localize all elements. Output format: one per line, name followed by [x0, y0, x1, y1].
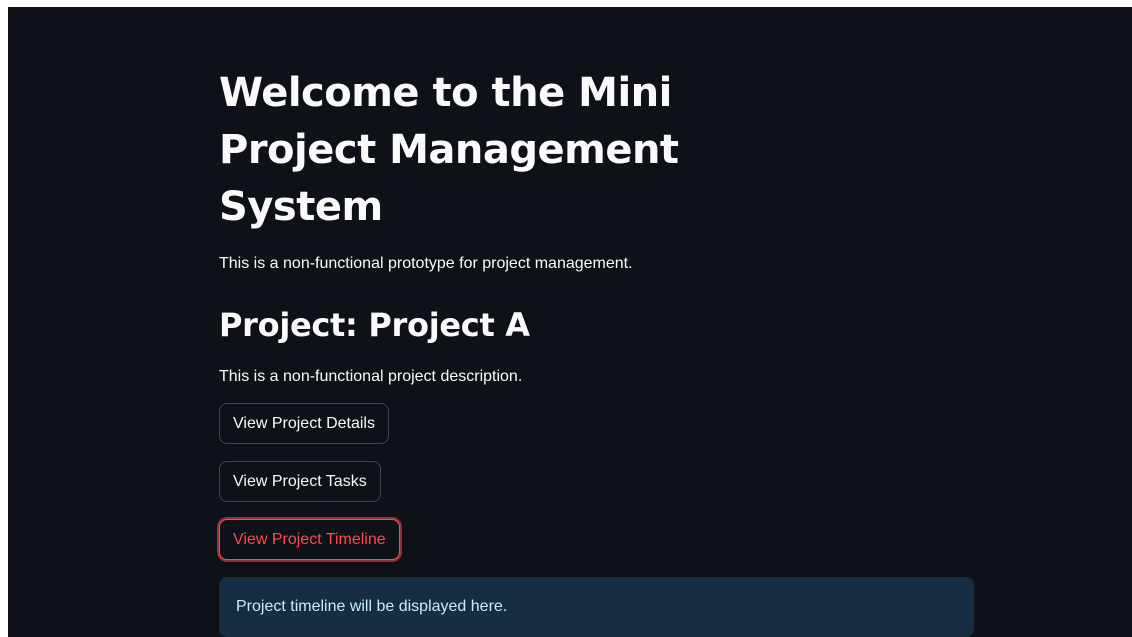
main-content: Welcome to the Mini Project Management S… [219, 65, 975, 637]
page-subtitle: This is a non-functional prototype for p… [219, 255, 633, 272]
timeline-info-message: Project timeline will be displayed here. [236, 598, 508, 615]
view-project-details-button[interactable]: View Project Details [219, 403, 389, 444]
project-heading: Project: Project A [219, 306, 530, 344]
app-frame: Welcome to the Mini Project Management S… [8, 7, 1132, 637]
page-title: Welcome to the Mini Project Management S… [219, 70, 679, 230]
project-description: This is a non-functional project descrip… [219, 368, 523, 385]
view-project-timeline-button[interactable]: View Project Timeline [219, 519, 400, 560]
timeline-info-box: Project timeline will be displayed here. [219, 577, 974, 637]
view-project-tasks-button[interactable]: View Project Tasks [219, 461, 381, 502]
